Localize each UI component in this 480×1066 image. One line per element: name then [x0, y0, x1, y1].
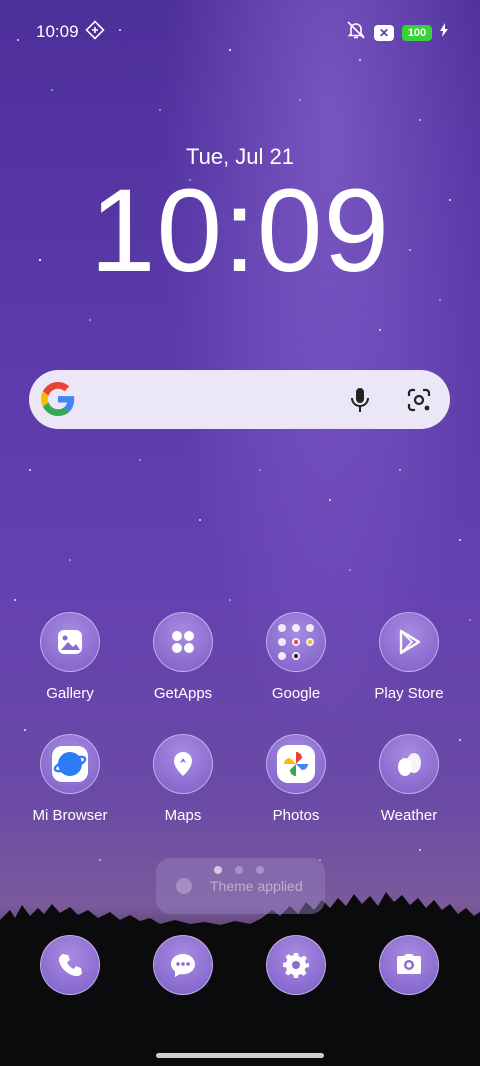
photos-icon	[266, 734, 326, 794]
phone-icon	[40, 935, 100, 995]
status-icons: ✕ 100	[346, 20, 448, 45]
clock-widget[interactable]: 10:09	[0, 172, 480, 290]
app-label: Photos	[272, 807, 320, 824]
camera-icon	[379, 935, 439, 995]
toast: Theme applied	[156, 858, 325, 914]
app-label: Maps	[164, 807, 202, 824]
getapps-icon	[153, 612, 213, 672]
app-label: Play Store	[374, 685, 444, 702]
dock-camera[interactable]	[349, 935, 469, 995]
play-store-icon	[379, 612, 439, 672]
weather-icon	[379, 734, 439, 794]
app-play-store[interactable]: Play Store	[349, 612, 469, 702]
app-label: Google	[271, 685, 321, 702]
app-folder-google[interactable]: Google	[236, 612, 356, 702]
google-logo-icon	[41, 382, 75, 421]
app-label: Gallery	[46, 685, 94, 702]
status-bar: 10:09 ✕ 100	[0, 0, 480, 62]
theme-icon	[176, 878, 192, 894]
nfc-icon	[85, 20, 105, 45]
app-maps[interactable]: Maps	[123, 734, 243, 824]
dock-settings[interactable]	[236, 935, 356, 995]
settings-icon	[266, 935, 326, 995]
status-time: 10:09	[36, 22, 79, 41]
app-label: Mi Browser	[32, 807, 108, 824]
gallery-icon	[40, 612, 100, 672]
app-weather[interactable]: Weather	[349, 734, 469, 824]
charging-icon	[440, 23, 448, 42]
google-lens-icon[interactable]	[405, 386, 433, 419]
browser-icon	[40, 734, 100, 794]
home-indicator[interactable]	[156, 1053, 324, 1058]
dock-messages[interactable]	[123, 935, 243, 995]
toast-text: Theme applied	[210, 878, 303, 894]
battery-icon: 100	[402, 24, 432, 41]
dock-phone[interactable]	[10, 935, 130, 995]
messages-icon	[153, 935, 213, 995]
close-box-icon: ✕	[374, 24, 394, 41]
google-folder-icon	[266, 612, 326, 672]
mute-icon	[346, 20, 366, 45]
app-mi-browser[interactable]: Mi Browser	[10, 734, 130, 824]
app-label: GetApps	[153, 685, 213, 702]
maps-icon	[153, 734, 213, 794]
google-search-bar[interactable]	[29, 370, 450, 429]
app-getapps[interactable]: GetApps	[123, 612, 243, 702]
app-gallery[interactable]: Gallery	[10, 612, 130, 702]
app-photos[interactable]: Photos	[236, 734, 356, 824]
mic-icon[interactable]	[347, 386, 373, 419]
app-label: Weather	[380, 807, 438, 824]
